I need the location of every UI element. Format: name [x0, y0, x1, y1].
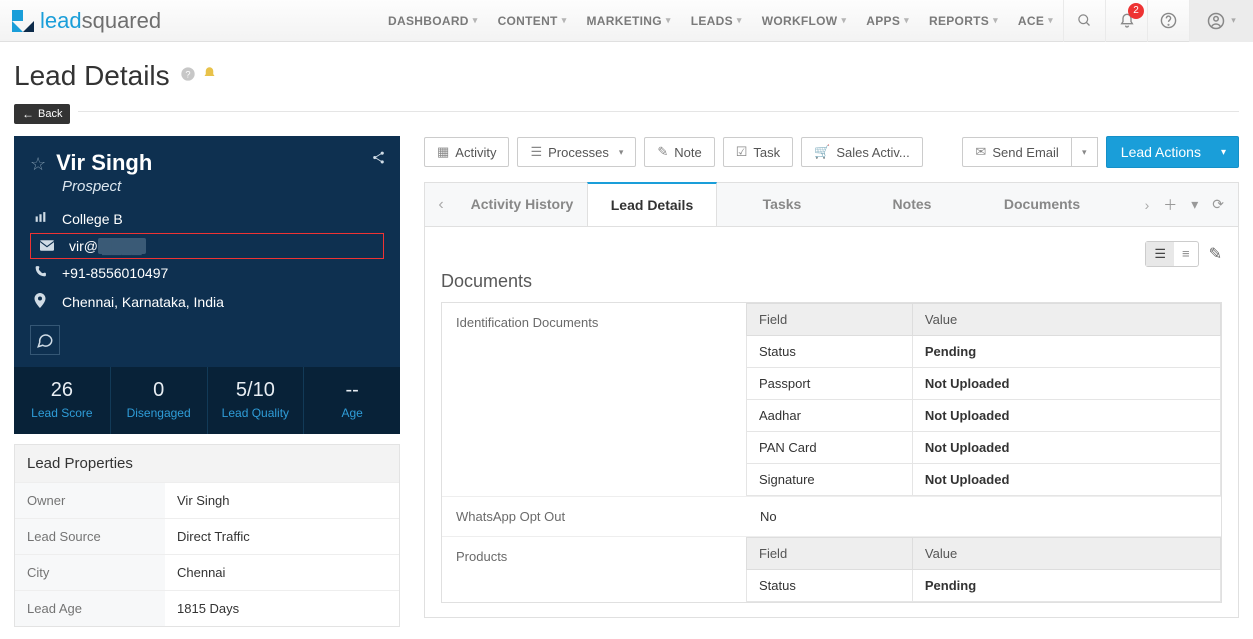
action-toolbar: ▦Activity ☰Processes ✎Note ☑Task 🛒Sales … [424, 136, 1239, 168]
send-email-button[interactable]: ✉Send Email [962, 137, 1071, 167]
page-title: Lead Details [14, 60, 170, 92]
search-icon[interactable] [1063, 0, 1105, 42]
location-icon [30, 293, 50, 311]
nav-workflow[interactable]: WORKFLOW▾ [752, 0, 857, 42]
mail-icon [37, 239, 57, 254]
send-email-dropdown[interactable]: ▾ [1072, 137, 1098, 167]
stat-disengaged: 0Disengaged [111, 367, 208, 434]
lead-properties-panel: Lead Properties OwnerVir SinghLead Sourc… [14, 444, 400, 627]
nav-right: 2 ▾ [1063, 0, 1253, 42]
detail-tabs-wrap: ‹ Activity HistoryLead DetailsTasksNotes… [424, 182, 1239, 618]
lead-actions-button[interactable]: Lead Actions [1106, 136, 1239, 168]
lead-stats: 26Lead Score0Disengaged5/10Lead Quality-… [14, 367, 400, 434]
lead-name: Vir Singh [56, 150, 152, 176]
send-email-group: ✉Send Email ▾ [962, 137, 1097, 167]
tab-notes[interactable]: Notes [847, 183, 977, 226]
lead-email-row[interactable]: vir@████ [30, 233, 384, 259]
stat-age: --Age [304, 367, 400, 434]
prop-row: OwnerVir Singh [15, 482, 399, 518]
nav-dashboard[interactable]: DASHBOARD▾ [378, 0, 488, 42]
svg-text:?: ? [185, 69, 190, 79]
refresh-icon[interactable]: ⟳ [1212, 196, 1224, 213]
detail-tabs: ‹ Activity HistoryLead DetailsTasksNotes… [425, 183, 1238, 227]
processes-button[interactable]: ☰Processes [517, 137, 636, 167]
star-icon[interactable]: ☆ [30, 154, 46, 175]
tab-activity-history[interactable]: Activity History [457, 183, 587, 226]
lead-card: ☆ Vir Singh Prospect College B [14, 136, 400, 434]
lead-company-row: College B [30, 205, 384, 233]
task-button[interactable]: ☑Task [723, 137, 793, 167]
prop-row: Lead Age1815 Days [15, 590, 399, 626]
email-masked: ████ [98, 238, 146, 254]
nav-reports[interactable]: REPORTS▾ [919, 0, 1008, 42]
phone-icon [30, 265, 50, 281]
nav-leads[interactable]: LEADS▾ [681, 0, 752, 42]
tab-scroll-left[interactable]: ‹ [425, 196, 457, 214]
doc-row: ProductsFieldValueStatusPending [442, 537, 1221, 602]
sales-activity-button[interactable]: 🛒Sales Activ... [801, 137, 923, 167]
tab-scroll-right[interactable]: › [1145, 197, 1150, 213]
prop-row: Lead SourceDirect Traffic [15, 518, 399, 554]
doc-row: WhatsApp Opt OutNo [442, 497, 1221, 537]
notification-badge: 2 [1128, 3, 1144, 19]
panel-title: Lead Properties [15, 445, 399, 482]
stat-lead-score: 26Lead Score [14, 367, 111, 434]
activity-button[interactable]: ▦Activity [424, 137, 509, 167]
add-tab-icon[interactable]: ＋ [1163, 195, 1177, 215]
stat-lead-quality: 5/10Lead Quality [208, 367, 305, 434]
note-button[interactable]: ✎Note [644, 137, 714, 167]
help-icon[interactable] [1147, 0, 1189, 42]
nav-apps[interactable]: APPS▾ [856, 0, 919, 42]
notify-bell-icon[interactable] [202, 66, 217, 86]
brand-squared: squared [82, 8, 162, 34]
bell-icon[interactable]: 2 [1105, 0, 1147, 42]
top-nav: leadsquared DASHBOARD▾CONTENT▾MARKETING▾… [0, 0, 1253, 42]
view-compact-icon[interactable]: ≡ [1174, 242, 1198, 266]
tab-documents[interactable]: Documents [977, 183, 1107, 226]
help-badge-icon[interactable]: ? [180, 66, 196, 87]
tab-menu-icon[interactable]: ▾ [1191, 196, 1198, 213]
prop-row: CityChennai [15, 554, 399, 590]
lead-location-row: Chennai, Karnataka, India [30, 287, 384, 317]
section-title: Documents [441, 271, 1222, 292]
chat-button[interactable] [30, 325, 60, 355]
page-header: Lead Details ? Back [0, 42, 1253, 124]
doc-row: Identification DocumentsFieldValueStatus… [442, 303, 1221, 497]
back-button[interactable]: Back [14, 104, 70, 124]
nav-content[interactable]: CONTENT▾ [488, 0, 577, 42]
view-toggle: ☰ ≡ [1145, 241, 1198, 267]
nav-marketing[interactable]: MARKETING▾ [577, 0, 681, 42]
nav-ace[interactable]: ACE▾ [1008, 0, 1063, 42]
profile-menu[interactable]: ▾ [1189, 0, 1253, 42]
share-icon[interactable] [371, 150, 386, 170]
brand-logo[interactable]: leadsquared [12, 8, 161, 34]
edit-icon[interactable]: ✎ [1209, 244, 1222, 264]
logo-glyph [12, 10, 34, 32]
tab-tasks[interactable]: Tasks [717, 183, 847, 226]
tab-body: ☰ ≡ ✎ Documents Identification Documents… [425, 227, 1238, 617]
view-list-icon[interactable]: ☰ [1146, 242, 1174, 266]
lead-phone-row: +91-8556010497 [30, 259, 384, 287]
company-icon [30, 211, 50, 227]
nav-menu: DASHBOARD▾CONTENT▾MARKETING▾LEADS▾WORKFL… [378, 0, 1063, 42]
tab-lead-details[interactable]: Lead Details [587, 182, 717, 226]
lead-stage: Prospect [62, 178, 384, 195]
brand-lead: lead [40, 8, 82, 34]
documents-panel: Identification DocumentsFieldValueStatus… [441, 302, 1222, 603]
